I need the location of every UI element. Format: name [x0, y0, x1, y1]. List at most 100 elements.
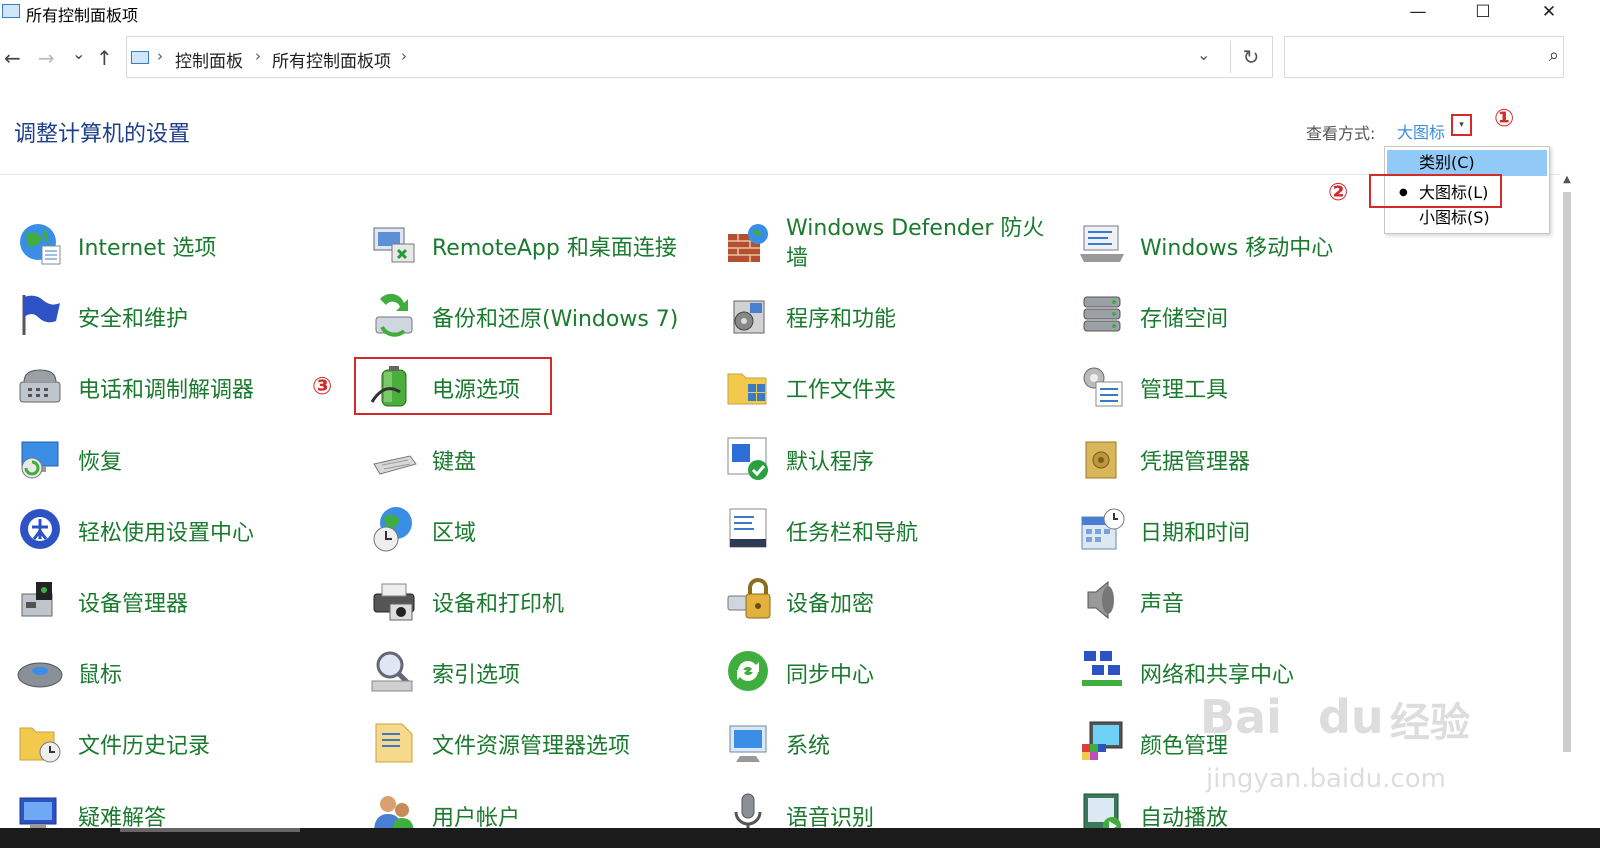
- color-management-icon[interactable]: [1078, 718, 1126, 766]
- item-label[interactable]: 电话和调制解调器: [78, 372, 254, 404]
- item-label[interactable]: 鼠标: [78, 657, 122, 689]
- item-label[interactable]: 程序和功能: [786, 301, 896, 333]
- taskbar-icon[interactable]: [724, 505, 772, 553]
- control-panel-item[interactable]: 设备管理器: [16, 572, 346, 632]
- control-panel-item[interactable]: 声音: [1078, 572, 1408, 632]
- admin-tools-icon[interactable]: [1078, 362, 1126, 410]
- control-panel-item[interactable]: 工作文件夹: [724, 358, 1054, 418]
- folder-options-icon[interactable]: [370, 718, 418, 766]
- control-panel-item[interactable]: 电话和调制解调器: [16, 358, 346, 418]
- menu-item-category[interactable]: 类别(C): [1387, 150, 1547, 176]
- breadcrumb-separator[interactable]: ›: [157, 47, 163, 65]
- minimize-button[interactable]: —: [1395, 0, 1441, 26]
- control-panel-item[interactable]: RemoteApp 和桌面连接: [370, 216, 700, 276]
- scroll-up-icon[interactable]: ▲: [1560, 174, 1574, 188]
- item-label[interactable]: 索引选项: [432, 657, 520, 689]
- search-icon[interactable]: ⌕: [1549, 45, 1559, 66]
- control-panel-item[interactable]: 程序和功能: [724, 287, 1054, 347]
- address-dropdown-icon[interactable]: ⌄: [1197, 45, 1210, 64]
- region-icon[interactable]: [370, 505, 418, 553]
- remoteapp-icon[interactable]: [370, 220, 418, 268]
- control-panel-item[interactable]: 区域: [370, 501, 700, 561]
- address-bar[interactable]: › 控制面板 › 所有控制面板项 › ⌄ ↻: [126, 36, 1273, 78]
- control-panel-item[interactable]: 系统: [724, 714, 1054, 774]
- breadcrumb-all-items[interactable]: 所有控制面板项: [272, 47, 391, 72]
- close-button[interactable]: ✕: [1526, 0, 1572, 26]
- item-label[interactable]: 区域: [432, 515, 476, 547]
- control-panel-item[interactable]: 日期和时间: [1078, 501, 1408, 561]
- back-button[interactable]: ←: [4, 46, 21, 70]
- recent-locations-button[interactable]: ⌄: [72, 44, 85, 63]
- keyboard-icon[interactable]: [370, 434, 418, 482]
- item-label[interactable]: 系统: [786, 728, 830, 760]
- control-panel-item[interactable]: 恢复: [16, 430, 346, 490]
- item-label[interactable]: 文件历史记录: [78, 728, 210, 760]
- item-label[interactable]: RemoteApp 和桌面连接: [432, 230, 677, 262]
- storage-icon[interactable]: [1078, 291, 1126, 339]
- calendar-icon[interactable]: [1078, 505, 1126, 553]
- control-panel-item[interactable]: 文件资源管理器选项: [370, 714, 700, 774]
- control-panel-item[interactable]: 键盘: [370, 430, 700, 490]
- device-manager-icon[interactable]: [16, 576, 64, 624]
- vertical-scrollbar[interactable]: ▲: [1560, 174, 1574, 824]
- item-label[interactable]: Internet 选项: [78, 230, 216, 262]
- firewall-icon[interactable]: [724, 220, 772, 268]
- recovery-icon[interactable]: [16, 434, 64, 482]
- control-panel-item[interactable]: 轻松使用设置中心: [16, 501, 346, 561]
- control-panel-item[interactable]: 存储空间: [1078, 287, 1408, 347]
- ease-of-access-icon[interactable]: [16, 505, 64, 553]
- menu-item-small-icons[interactable]: 小图标(S): [1387, 205, 1547, 231]
- breadcrumb-control-panel[interactable]: 控制面板: [175, 47, 243, 72]
- item-label[interactable]: 管理工具: [1140, 372, 1228, 404]
- mobility-center-icon[interactable]: [1078, 220, 1126, 268]
- sync-icon[interactable]: [724, 647, 772, 695]
- control-panel-item[interactable]: Internet 选项: [16, 216, 346, 276]
- scroll-thumb[interactable]: [1563, 192, 1571, 752]
- up-button[interactable]: ↑: [96, 46, 113, 70]
- item-label[interactable]: Windows Defender 防火墙: [786, 214, 1066, 274]
- item-label[interactable]: 声音: [1140, 586, 1184, 618]
- flag-icon[interactable]: [16, 291, 64, 339]
- item-label[interactable]: 安全和维护: [78, 301, 188, 333]
- maximize-button[interactable]: ☐: [1460, 0, 1506, 26]
- printer-icon[interactable]: [370, 576, 418, 624]
- item-label[interactable]: 备份和还原(Windows 7): [432, 301, 678, 333]
- search-input[interactable]: ⌕: [1284, 36, 1564, 78]
- encryption-icon[interactable]: [724, 576, 772, 624]
- item-label[interactable]: 键盘: [432, 444, 476, 476]
- item-label[interactable]: 设备和打印机: [432, 586, 564, 618]
- control-panel-item[interactable]: 同步中心: [724, 643, 1054, 703]
- item-label[interactable]: 日期和时间: [1140, 515, 1250, 547]
- item-label[interactable]: Windows 移动中心: [1140, 230, 1333, 262]
- view-dropdown-arrow-icon[interactable]: ▾: [1451, 114, 1472, 136]
- speaker-icon[interactable]: [1078, 576, 1126, 624]
- item-label[interactable]: 同步中心: [786, 657, 874, 689]
- control-panel-item[interactable]: 任务栏和导航: [724, 501, 1054, 561]
- credential-icon[interactable]: [1078, 434, 1126, 482]
- control-panel-item[interactable]: 设备和打印机: [370, 572, 700, 632]
- control-panel-item[interactable]: 管理工具: [1078, 358, 1408, 418]
- breadcrumb-separator[interactable]: ›: [401, 47, 407, 65]
- phone-icon[interactable]: [16, 362, 64, 410]
- item-label[interactable]: 任务栏和导航: [786, 515, 918, 547]
- control-panel-item[interactable]: 文件历史记录: [16, 714, 346, 774]
- item-label[interactable]: 凭据管理器: [1140, 444, 1250, 476]
- control-panel-item[interactable]: 备份和还原(Windows 7): [370, 287, 700, 347]
- control-panel-item[interactable]: 索引选项: [370, 643, 700, 703]
- indexing-icon[interactable]: [370, 647, 418, 695]
- control-panel-item[interactable]: 鼠标: [16, 643, 346, 703]
- refresh-button[interactable]: ↻: [1230, 41, 1271, 73]
- view-by-value[interactable]: 大图标: [1397, 119, 1445, 143]
- work-folders-icon[interactable]: [724, 362, 772, 410]
- item-label[interactable]: 工作文件夹: [786, 372, 896, 404]
- default-programs-icon[interactable]: [724, 434, 772, 482]
- control-panel-item[interactable]: 安全和维护: [16, 287, 346, 347]
- item-label[interactable]: 设备管理器: [78, 586, 188, 618]
- control-panel-item[interactable]: Windows Defender 防火墙: [724, 216, 1054, 276]
- item-label[interactable]: 恢复: [78, 444, 122, 476]
- item-label[interactable]: 默认程序: [786, 444, 874, 476]
- mouse-icon[interactable]: [16, 647, 64, 695]
- control-panel-item[interactable]: 设备加密: [724, 572, 1054, 632]
- globe-icon[interactable]: [16, 220, 64, 268]
- item-label[interactable]: 存储空间: [1140, 301, 1228, 333]
